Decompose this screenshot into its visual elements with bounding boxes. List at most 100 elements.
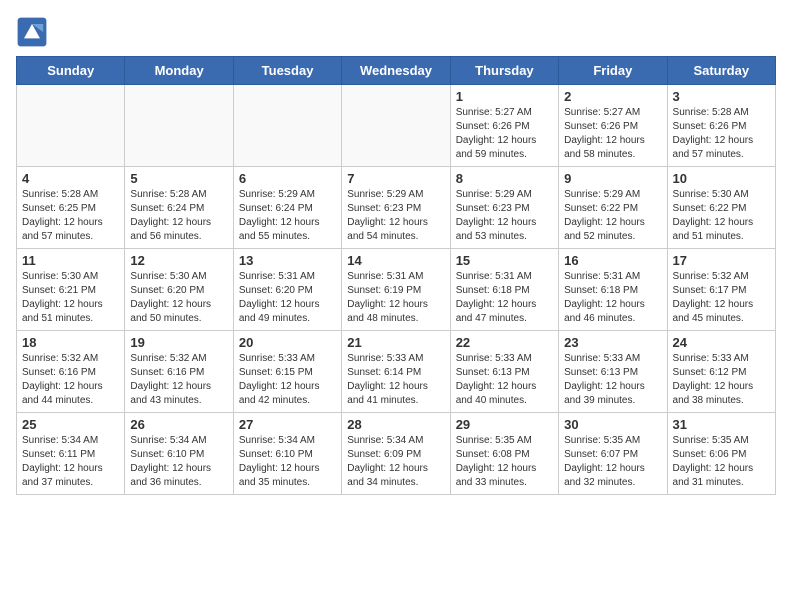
day-number: 22 bbox=[456, 335, 553, 350]
day-info: Sunrise: 5:33 AM Sunset: 6:14 PM Dayligh… bbox=[347, 352, 444, 408]
day-number: 24 bbox=[673, 335, 770, 350]
day-info: Sunrise: 5:31 AM Sunset: 6:18 PM Dayligh… bbox=[456, 270, 553, 326]
day-info: Sunrise: 5:35 AM Sunset: 6:06 PM Dayligh… bbox=[673, 434, 770, 490]
calendar-cell: 22 Sunrise: 5:33 AM Sunset: 6:13 PM Dayli… bbox=[450, 331, 558, 413]
calendar-cell: 3Sunrise: 5:28 AM Sunset: 6:26 PM Daylig… bbox=[667, 85, 775, 167]
day-number: 12 bbox=[130, 253, 227, 268]
day-number: 31 bbox=[673, 417, 770, 432]
day-number: 19 bbox=[130, 335, 227, 350]
day-number: 14 bbox=[347, 253, 444, 268]
calendar-cell: 1 Sunrise: 5:27 AM Sunset: 6:26 PM Daylig… bbox=[450, 85, 558, 167]
day-number: 5 bbox=[130, 171, 227, 186]
day-number: 27 bbox=[239, 417, 336, 432]
calendar-week-5: 25Sunrise: 5:34 AM Sunset: 6:11 PM Dayli… bbox=[17, 413, 776, 495]
day-number: 8 bbox=[456, 171, 553, 186]
calendar-week-2: 4Sunrise: 5:28 AM Sunset: 6:25 PM Daylig… bbox=[17, 167, 776, 249]
calendar-week-4: 18Sunrise: 5:32 AM Sunset: 6:16 PM Dayli… bbox=[17, 331, 776, 413]
day-info: Sunrise: 5:32 AM Sunset: 6:16 PM Dayligh… bbox=[130, 352, 227, 408]
calendar-cell: 19 Sunrise: 5:32 AM Sunset: 6:16 PM Dayli… bbox=[125, 331, 233, 413]
day-info: Sunrise: 5:34 AM Sunset: 6:10 PM Dayligh… bbox=[239, 434, 336, 490]
day-number: 13 bbox=[239, 253, 336, 268]
calendar-cell: 27 Sunrise: 5:34 AM Sunset: 6:10 PM Dayli… bbox=[233, 413, 341, 495]
weekday-header-monday: Monday bbox=[125, 57, 233, 85]
day-info: Sunrise: 5:32 AM Sunset: 6:16 PM Dayligh… bbox=[22, 352, 119, 408]
day-number: 9 bbox=[564, 171, 661, 186]
day-number: 4 bbox=[22, 171, 119, 186]
calendar-cell bbox=[17, 85, 125, 167]
weekday-header-friday: Friday bbox=[559, 57, 667, 85]
day-number: 29 bbox=[456, 417, 553, 432]
calendar-cell: 24 Sunrise: 5:33 AM Sunset: 6:12 PM Dayli… bbox=[667, 331, 775, 413]
weekday-header-wednesday: Wednesday bbox=[342, 57, 450, 85]
day-number: 7 bbox=[347, 171, 444, 186]
calendar-cell: 13 Sunrise: 5:31 AM Sunset: 6:20 PM Dayli… bbox=[233, 249, 341, 331]
day-info: Sunrise: 5:31 AM Sunset: 6:19 PM Dayligh… bbox=[347, 270, 444, 326]
weekday-header-tuesday: Tuesday bbox=[233, 57, 341, 85]
day-info: Sunrise: 5:33 AM Sunset: 6:13 PM Dayligh… bbox=[456, 352, 553, 408]
calendar-week-1: 1 Sunrise: 5:27 AM Sunset: 6:26 PM Daylig… bbox=[17, 85, 776, 167]
day-number: 23 bbox=[564, 335, 661, 350]
day-info: Sunrise: 5:33 AM Sunset: 6:12 PM Dayligh… bbox=[673, 352, 770, 408]
day-number: 25 bbox=[22, 417, 119, 432]
calendar-cell: 2Sunrise: 5:27 AM Sunset: 6:26 PM Daylig… bbox=[559, 85, 667, 167]
weekday-header-thursday: Thursday bbox=[450, 57, 558, 85]
calendar-cell: 16 Sunrise: 5:31 AM Sunset: 6:18 PM Dayli… bbox=[559, 249, 667, 331]
day-info: Sunrise: 5:33 AM Sunset: 6:15 PM Dayligh… bbox=[239, 352, 336, 408]
day-info: Sunrise: 5:34 AM Sunset: 6:09 PM Dayligh… bbox=[347, 434, 444, 490]
logo-icon bbox=[16, 16, 48, 48]
calendar-cell: 11Sunrise: 5:30 AM Sunset: 6:21 PM Dayli… bbox=[17, 249, 125, 331]
day-number: 30 bbox=[564, 417, 661, 432]
day-number: 15 bbox=[456, 253, 553, 268]
day-number: 21 bbox=[347, 335, 444, 350]
calendar-cell: 6 Sunrise: 5:29 AM Sunset: 6:24 PM Daylig… bbox=[233, 167, 341, 249]
calendar-cell: 14 Sunrise: 5:31 AM Sunset: 6:19 PM Dayli… bbox=[342, 249, 450, 331]
calendar-cell bbox=[342, 85, 450, 167]
day-number: 1 bbox=[456, 89, 553, 104]
calendar-cell: 28 Sunrise: 5:34 AM Sunset: 6:09 PM Dayli… bbox=[342, 413, 450, 495]
day-number: 17 bbox=[673, 253, 770, 268]
calendar-cell: 17 Sunrise: 5:32 AM Sunset: 6:17 PM Dayli… bbox=[667, 249, 775, 331]
day-info: Sunrise: 5:31 AM Sunset: 6:20 PM Dayligh… bbox=[239, 270, 336, 326]
day-info: Sunrise: 5:29 AM Sunset: 6:23 PM Dayligh… bbox=[456, 188, 553, 244]
day-info: Sunrise: 5:33 AM Sunset: 6:13 PM Dayligh… bbox=[564, 352, 661, 408]
calendar-cell: 8 Sunrise: 5:29 AM Sunset: 6:23 PM Daylig… bbox=[450, 167, 558, 249]
calendar-cell: 23 Sunrise: 5:33 AM Sunset: 6:13 PM Dayli… bbox=[559, 331, 667, 413]
weekday-header-saturday: Saturday bbox=[667, 57, 775, 85]
day-info: Sunrise: 5:35 AM Sunset: 6:07 PM Dayligh… bbox=[564, 434, 661, 490]
calendar-cell: 21 Sunrise: 5:33 AM Sunset: 6:14 PM Dayli… bbox=[342, 331, 450, 413]
calendar-cell: 26Sunrise: 5:34 AM Sunset: 6:10 PM Dayli… bbox=[125, 413, 233, 495]
calendar-cell: 5Sunrise: 5:28 AM Sunset: 6:24 PM Daylig… bbox=[125, 167, 233, 249]
calendar-cell: 7 Sunrise: 5:29 AM Sunset: 6:23 PM Daylig… bbox=[342, 167, 450, 249]
day-info: Sunrise: 5:35 AM Sunset: 6:08 PM Dayligh… bbox=[456, 434, 553, 490]
page-header bbox=[16, 16, 776, 48]
day-number: 28 bbox=[347, 417, 444, 432]
calendar-cell: 10Sunrise: 5:30 AM Sunset: 6:22 PM Dayli… bbox=[667, 167, 775, 249]
day-info: Sunrise: 5:31 AM Sunset: 6:18 PM Dayligh… bbox=[564, 270, 661, 326]
day-info: Sunrise: 5:32 AM Sunset: 6:17 PM Dayligh… bbox=[673, 270, 770, 326]
day-info: Sunrise: 5:29 AM Sunset: 6:22 PM Dayligh… bbox=[564, 188, 661, 244]
calendar-cell: 4Sunrise: 5:28 AM Sunset: 6:25 PM Daylig… bbox=[17, 167, 125, 249]
logo bbox=[16, 16, 52, 48]
day-info: Sunrise: 5:29 AM Sunset: 6:24 PM Dayligh… bbox=[239, 188, 336, 244]
day-info: Sunrise: 5:34 AM Sunset: 6:10 PM Dayligh… bbox=[130, 434, 227, 490]
day-number: 10 bbox=[673, 171, 770, 186]
day-info: Sunrise: 5:30 AM Sunset: 6:20 PM Dayligh… bbox=[130, 270, 227, 326]
day-number: 6 bbox=[239, 171, 336, 186]
calendar-cell: 15 Sunrise: 5:31 AM Sunset: 6:18 PM Dayli… bbox=[450, 249, 558, 331]
calendar-cell: 18Sunrise: 5:32 AM Sunset: 6:16 PM Dayli… bbox=[17, 331, 125, 413]
day-info: Sunrise: 5:28 AM Sunset: 6:26 PM Dayligh… bbox=[673, 106, 770, 162]
day-number: 20 bbox=[239, 335, 336, 350]
calendar-cell: 31 Sunrise: 5:35 AM Sunset: 6:06 PM Dayli… bbox=[667, 413, 775, 495]
calendar-cell: 20 Sunrise: 5:33 AM Sunset: 6:15 PM Dayli… bbox=[233, 331, 341, 413]
day-info: Sunrise: 5:30 AM Sunset: 6:21 PM Dayligh… bbox=[22, 270, 119, 326]
calendar-header-row: SundayMondayTuesdayWednesdayThursdayFrid… bbox=[17, 57, 776, 85]
calendar-table: SundayMondayTuesdayWednesdayThursdayFrid… bbox=[16, 56, 776, 495]
weekday-header-sunday: Sunday bbox=[17, 57, 125, 85]
day-info: Sunrise: 5:29 AM Sunset: 6:23 PM Dayligh… bbox=[347, 188, 444, 244]
calendar-cell bbox=[125, 85, 233, 167]
calendar-cell bbox=[233, 85, 341, 167]
day-number: 16 bbox=[564, 253, 661, 268]
day-info: Sunrise: 5:27 AM Sunset: 6:26 PM Dayligh… bbox=[456, 106, 553, 162]
calendar-cell: 25Sunrise: 5:34 AM Sunset: 6:11 PM Dayli… bbox=[17, 413, 125, 495]
calendar-cell: 9 Sunrise: 5:29 AM Sunset: 6:22 PM Daylig… bbox=[559, 167, 667, 249]
